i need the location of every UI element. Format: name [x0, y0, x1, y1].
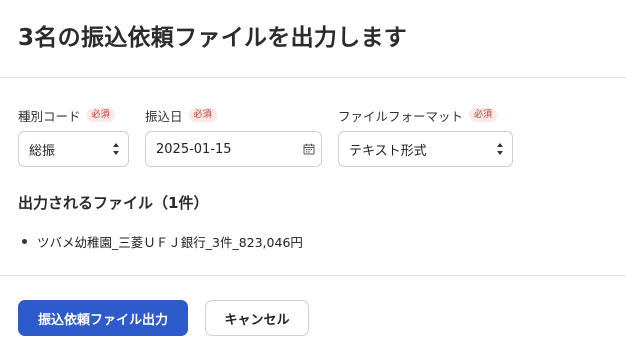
- chevron-up-down-icon: [497, 143, 503, 155]
- cancel-button[interactable]: キャンセル: [205, 300, 309, 336]
- file-name: ツバメ幼稚園_三菱ＵＦＪ銀行_3件_823,046円: [37, 235, 303, 250]
- type-code-select[interactable]: 総振: [18, 131, 129, 167]
- file-format-label: ファイルフォーマット: [338, 108, 464, 124]
- transfer-date-value: 2025-01-15: [156, 141, 232, 157]
- file-format-value: テキスト形式: [349, 143, 427, 159]
- transfer-date-field: 振込日 必須 2025-01-15: [145, 107, 322, 167]
- file-format-field: ファイルフォーマット 必須 テキスト形式: [338, 107, 513, 167]
- header-divider: [0, 77, 626, 78]
- type-code-label: 種別コード: [18, 108, 81, 124]
- required-badge: 必須: [188, 108, 217, 122]
- type-code-field: 種別コード 必須 総振: [18, 107, 129, 167]
- type-code-value: 総振: [29, 143, 56, 159]
- file-format-select[interactable]: テキスト形式: [338, 131, 513, 167]
- footer-divider: [0, 275, 626, 276]
- list-item: ツバメ幼稚園_三菱ＵＦＪ銀行_3件_823,046円: [22, 232, 303, 251]
- required-badge: 必須: [469, 108, 498, 122]
- bullet-icon: [22, 239, 27, 244]
- chevron-up-down-icon: [113, 143, 119, 155]
- output-file-list: ツバメ幼稚園_三菱ＵＦＪ銀行_3件_823,046円: [22, 232, 303, 251]
- required-badge: 必須: [86, 108, 115, 122]
- export-transfer-file-button[interactable]: 振込依頼ファイル出力: [18, 300, 188, 336]
- transfer-date-input[interactable]: 2025-01-15: [145, 131, 322, 167]
- transfer-date-label: 振込日: [145, 108, 183, 124]
- dialog-title: 3名の振込依頼ファイルを出力します: [18, 25, 408, 51]
- output-files-heading: 出力されるファイル（1件）: [18, 194, 209, 212]
- calendar-icon[interactable]: [303, 143, 315, 155]
